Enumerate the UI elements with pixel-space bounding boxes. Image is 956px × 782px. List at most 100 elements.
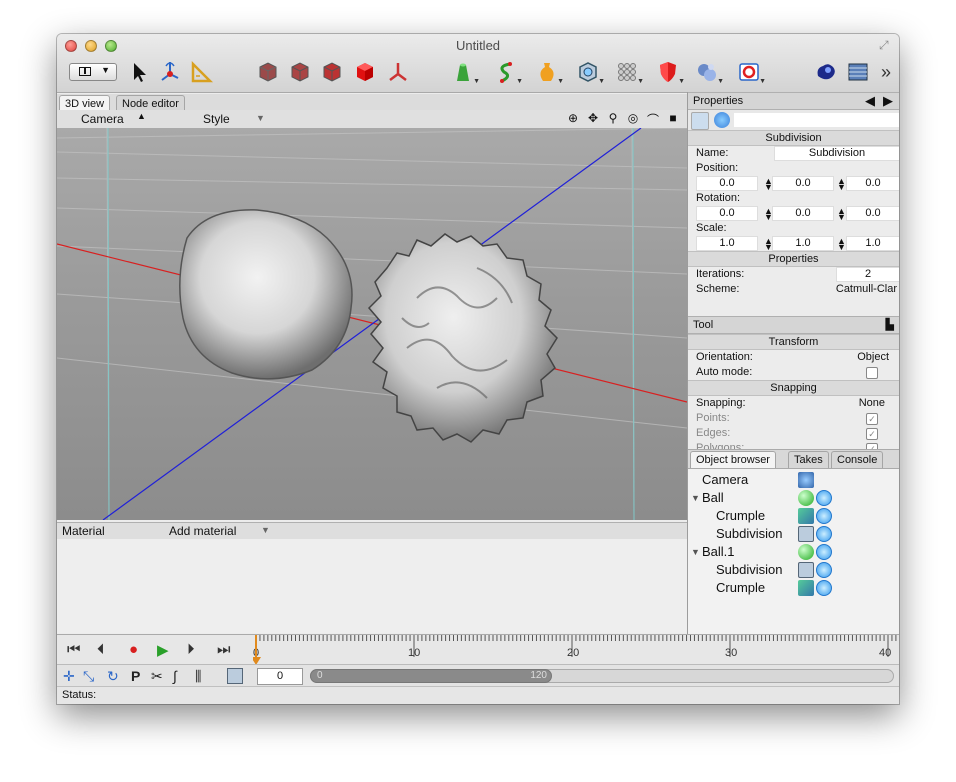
- skip-to-end-button[interactable]: ⏭: [217, 641, 231, 658]
- scale-x-field[interactable]: 1.0: [696, 236, 758, 251]
- tree-item-crumple[interactable]: Crumple: [688, 507, 899, 525]
- chevron-down-icon[interactable]: ▼: [256, 113, 265, 123]
- spline-tool-icon[interactable]: ∫: [173, 668, 177, 684]
- vase-icon: [540, 63, 554, 81]
- camera-stepper-icon[interactable]: ▲: [137, 111, 146, 121]
- orientation-select[interactable]: Object: [857, 350, 889, 365]
- subdivision-tag-icon[interactable]: [691, 112, 709, 130]
- tab-takes[interactable]: Takes: [788, 451, 829, 468]
- move-tool-button[interactable]: [157, 59, 183, 85]
- material-tag-icon[interactable]: [816, 562, 832, 578]
- scale-y-field[interactable]: 1.0: [772, 236, 834, 251]
- cube-tool-3-button[interactable]: [319, 59, 345, 85]
- material-tag-icon[interactable]: [816, 544, 832, 560]
- knife-icon[interactable]: ✂: [151, 668, 163, 685]
- stepper-icon[interactable]: ▲ ▼: [837, 207, 846, 222]
- position-z-field[interactable]: 0.0: [846, 176, 899, 191]
- record-icon[interactable]: ■: [665, 111, 681, 128]
- points-checkbox[interactable]: ✓: [866, 413, 878, 425]
- material-tag-icon[interactable]: [714, 112, 730, 128]
- camera-selector[interactable]: Camera: [81, 112, 124, 126]
- stepper-icon[interactable]: ▲ ▼: [837, 237, 846, 252]
- pointer-tool-button[interactable]: [127, 59, 153, 85]
- tab-console[interactable]: Console: [831, 451, 884, 468]
- material-tag-icon[interactable]: [816, 526, 832, 542]
- rotation-y-field[interactable]: 0.0: [772, 206, 834, 221]
- measure-tool-button[interactable]: [189, 59, 215, 85]
- effector-button[interactable]: ▼: [655, 59, 685, 85]
- material-tag-icon[interactable]: [816, 490, 832, 506]
- tree-item-subdivision-2[interactable]: Subdivision: [688, 561, 899, 579]
- pose-icon[interactable]: P: [131, 668, 140, 684]
- graph-icon[interactable]: ⫼: [195, 668, 201, 685]
- material-tag-icon[interactable]: [816, 580, 832, 596]
- light-button[interactable]: ▼: [736, 59, 766, 85]
- tree-item-camera[interactable]: Camera: [688, 471, 899, 489]
- tag-field[interactable]: [734, 113, 899, 127]
- viewport-canvas[interactable]: [57, 128, 687, 520]
- position-x-field[interactable]: 0.0: [696, 176, 758, 191]
- rotate-icon[interactable]: ↻: [107, 668, 119, 685]
- edges-checkbox[interactable]: ✓: [866, 428, 878, 440]
- snapping-select[interactable]: None: [859, 396, 885, 411]
- tree-item-ball-1[interactable]: ▼ Ball.1: [688, 543, 899, 561]
- automode-checkbox[interactable]: [866, 367, 878, 379]
- play-button[interactable]: ▶: [157, 641, 169, 659]
- cube-tool-1-button[interactable]: [255, 59, 281, 85]
- layout-dropdown[interactable]: ▼: [69, 63, 117, 81]
- target-icon[interactable]: ⊕: [565, 111, 581, 128]
- array-button[interactable]: ▼: [614, 59, 644, 85]
- position-y-field[interactable]: 0.0: [772, 176, 834, 191]
- frame-field[interactable]: 0: [257, 668, 303, 685]
- cube-tool-2-button[interactable]: [287, 59, 313, 85]
- pan-icon[interactable]: ✥: [585, 111, 601, 128]
- panel-divider[interactable]: [687, 92, 688, 634]
- skip-to-start-button[interactable]: ⏮: [67, 641, 81, 658]
- tree-item-subdivision[interactable]: Subdivision: [688, 525, 899, 543]
- tab-object-browser[interactable]: Object browser: [690, 451, 776, 468]
- toolbar-overflow-button[interactable]: »: [873, 59, 899, 85]
- spline-button[interactable]: ▼: [493, 59, 523, 85]
- step-back-button[interactable]: ⏴: [97, 641, 105, 658]
- fullscreen-icon[interactable]: ⤢: [879, 38, 893, 52]
- tree-item-ball[interactable]: ▼ Ball: [688, 489, 899, 507]
- tree-item-crumple-2[interactable]: Crumple: [688, 579, 899, 597]
- move-icon[interactable]: ✛: [63, 668, 75, 685]
- deformer-button[interactable]: ▼: [694, 59, 724, 85]
- rotate-icon[interactable]: ◎: [625, 111, 641, 128]
- axis-tool-button[interactable]: [385, 59, 411, 85]
- subdivision-object-icon: [798, 562, 814, 578]
- subdivision-button[interactable]: ▼: [575, 59, 605, 85]
- chevron-down-icon[interactable]: ▼: [261, 525, 270, 535]
- step-forward-button[interactable]: ⏵: [187, 641, 195, 658]
- ruler-icon[interactable]: ▙: [886, 317, 894, 333]
- camera-icon[interactable]: ⌒: [645, 111, 661, 128]
- render-button[interactable]: [813, 59, 839, 85]
- stepper-icon[interactable]: ▲ ▼: [837, 177, 846, 192]
- material-area[interactable]: [57, 539, 687, 633]
- rotation-z-field[interactable]: 0.0: [846, 206, 899, 221]
- scheme-select[interactable]: Catmull-Clar: [836, 282, 897, 297]
- add-material-button[interactable]: Add material: [169, 524, 236, 538]
- generator-button[interactable]: ▼: [534, 59, 564, 85]
- style-selector[interactable]: Style: [203, 112, 230, 126]
- range-slider[interactable]: 0 120: [310, 669, 552, 683]
- scale-z-field[interactable]: 1.0: [846, 236, 899, 251]
- material-tag-icon[interactable]: [816, 508, 832, 524]
- rotation-x-field[interactable]: 0.0: [696, 206, 758, 221]
- cube-solid-button[interactable]: [352, 59, 378, 85]
- forward-arrow-icon[interactable]: ▶: [883, 93, 893, 109]
- disclosure-triangle-icon[interactable]: ▼: [691, 489, 700, 507]
- name-field[interactable]: Subdivision: [774, 146, 899, 161]
- primitive-button[interactable]: ▼: [450, 59, 480, 85]
- scale-icon[interactable]: ⤡: [83, 668, 94, 685]
- record-button[interactable]: ●: [129, 641, 138, 658]
- object-mode-icon[interactable]: [227, 668, 243, 684]
- iterations-field[interactable]: 2: [836, 267, 899, 282]
- render-settings-button[interactable]: [845, 59, 871, 85]
- disclosure-triangle-icon[interactable]: ▼: [691, 543, 700, 561]
- zoom-icon[interactable]: ⚲: [605, 111, 621, 128]
- timeline-ruler[interactable]: 0 10 20 30 40: [253, 635, 897, 665]
- back-arrow-icon[interactable]: ◀: [865, 93, 875, 109]
- 3d-viewport[interactable]: [57, 128, 687, 520]
